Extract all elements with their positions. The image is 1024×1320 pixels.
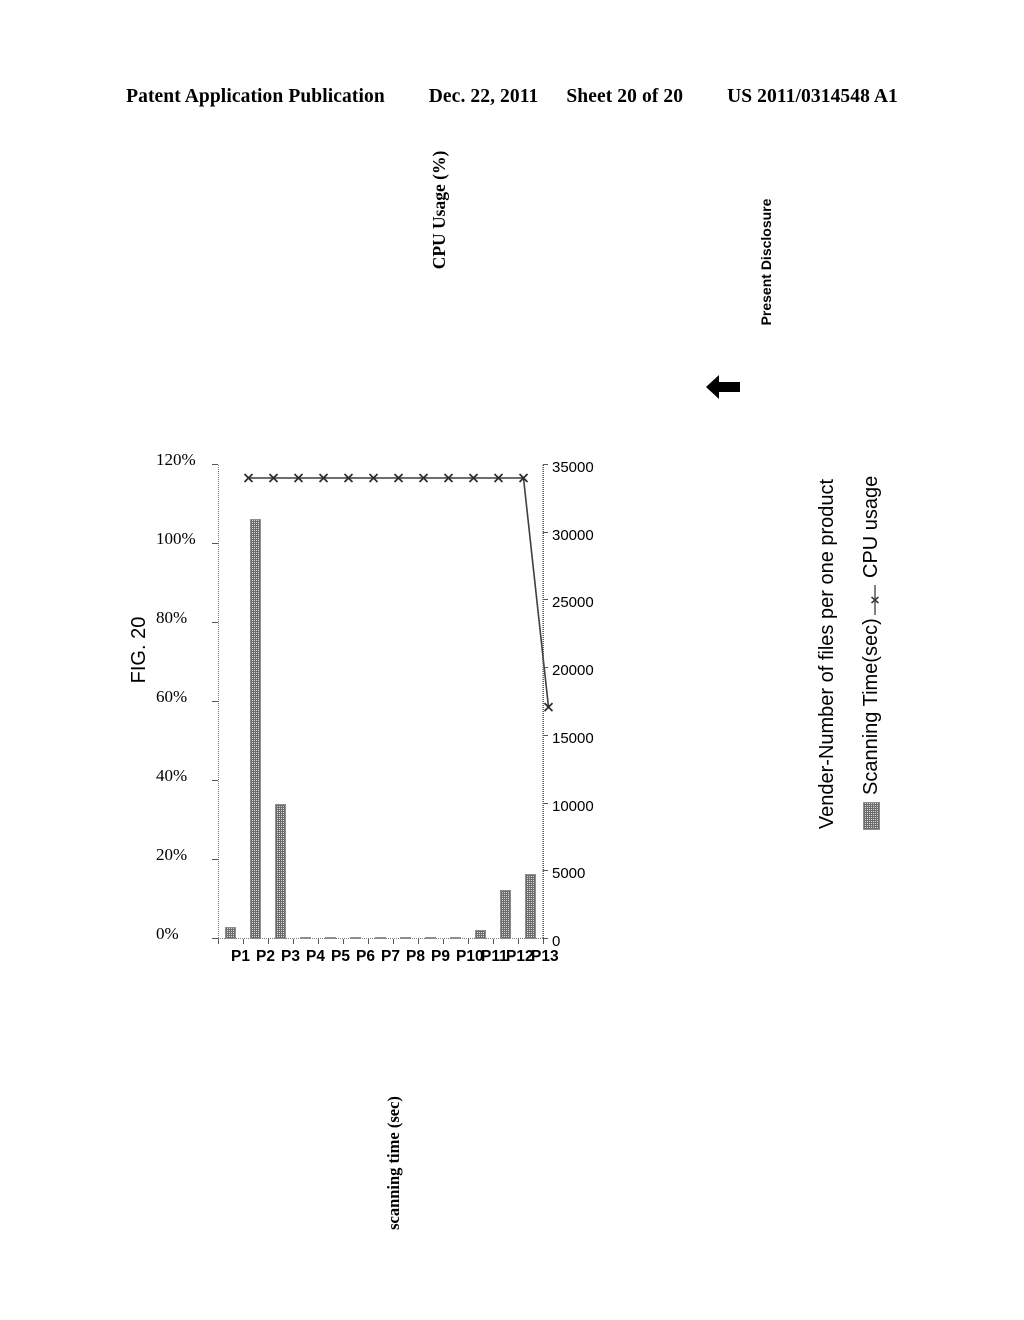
header-publication: Patent Application Publication	[126, 86, 385, 107]
value-axis-tick	[543, 667, 548, 669]
legend-label-cpu-usage: CPU usage	[860, 475, 882, 578]
secondary-axis-tick-label: 20%	[156, 845, 188, 864]
category-axis-tick	[218, 939, 219, 944]
bar-p1	[224, 926, 237, 939]
bar-p10	[449, 937, 462, 939]
header-publication-number: US 2011/0314548 A1	[727, 86, 898, 107]
secondary-axis-tick	[212, 701, 218, 702]
secondary-axis-tick	[212, 622, 218, 623]
category-axis-tick	[368, 939, 369, 944]
category-axis-tick	[268, 939, 269, 944]
category-axis-tick	[518, 939, 519, 944]
secondary-axis-title-text: CPU Usage (%)	[429, 150, 449, 270]
bar-p11	[474, 929, 487, 939]
bar-p8	[399, 937, 412, 939]
present-disclosure-label: Present Disclosure	[758, 198, 774, 326]
secondary-axis-tick	[212, 464, 218, 465]
category-axis-tick	[293, 939, 294, 944]
header-sheet: Sheet 20 of 20	[566, 86, 684, 107]
category-axis-tick	[418, 939, 419, 944]
secondary-axis-tick	[212, 543, 218, 544]
primary-axis-title-text: scanning time (sec)	[384, 1096, 403, 1230]
category-axis-tick	[493, 939, 494, 944]
value-axis-tick-label: 30000	[552, 526, 594, 544]
value-axis-line	[543, 465, 544, 939]
plot-area	[218, 465, 554, 939]
secondary-axis-tick-label: 120%	[156, 450, 196, 469]
value-axis-tick-label: 10000	[552, 797, 594, 815]
value-axis-tick	[543, 734, 548, 736]
patent-header: Patent Application Publication Dec. 22, …	[0, 86, 1024, 108]
bar-p9	[424, 937, 437, 939]
chart-container: 0 5000 10000 15000 20000 25000 30000 35000 0% 20…	[156, 345, 860, 1005]
category-axis-tick	[443, 939, 444, 944]
category-axis-tick	[468, 939, 469, 944]
value-axis-tick-label: 15000	[552, 729, 594, 747]
header-date: Dec. 22, 2011	[428, 86, 539, 107]
value-axis-tick	[543, 870, 548, 872]
secondary-axis-tick	[212, 780, 218, 781]
cpu-usage-polyline	[248, 477, 550, 708]
value-axis-tick	[543, 464, 548, 465]
bar-p6	[349, 937, 362, 939]
figure-label: FIG. 20	[128, 616, 150, 684]
category-axis-tick	[318, 939, 319, 944]
value-axis-tick-label: 5000	[552, 865, 586, 883]
legend-swatch-bar-icon	[863, 802, 880, 830]
bar-p4	[299, 937, 312, 939]
secondary-axis-tick-label: 80%	[156, 608, 188, 627]
primary-axis-title: scanning time (sec)	[384, 1083, 403, 1243]
value-axis-tick	[543, 599, 548, 601]
value-axis-tick-label: 35000	[552, 459, 594, 476]
bar-p7	[374, 937, 387, 939]
secondary-axis-tick-label: 60%	[156, 687, 188, 706]
chart-legend: Scanning Time(sec) CPU usage	[860, 450, 900, 830]
value-axis-tick	[543, 802, 548, 804]
cpu-usage-line	[243, 473, 554, 712]
secondary-axis-tick-label: 100%	[156, 529, 196, 548]
value-axis-tick	[543, 531, 548, 533]
category-axis-tick	[243, 939, 244, 944]
legend-swatch-line-icon	[865, 585, 879, 615]
secondary-axis-line	[218, 465, 219, 939]
value-axis-tick-label: 25000	[552, 594, 594, 612]
legend-item-cpu-usage: CPU usage	[860, 476, 883, 615]
bar-p13	[524, 874, 537, 939]
value-axis-tick-label: 20000	[552, 662, 594, 680]
secondary-axis-tick-label: 40%	[156, 766, 188, 785]
chart-plot: 0 5000 10000 15000 20000 25000 30000 35000 0% 20…	[156, 345, 860, 1005]
category-axis-tick	[543, 939, 544, 944]
category-axis-tick	[393, 939, 394, 944]
category-axis-tick	[343, 939, 344, 944]
secondary-axis-tick-label: 0%	[156, 924, 179, 943]
bar-p5	[324, 937, 337, 939]
secondary-axis-title: CPU Usage (%)	[429, 120, 449, 300]
bar-p12	[499, 890, 512, 939]
legend-item-scanning-time: Scanning Time(sec)	[860, 618, 883, 830]
legend-label-scanning-time: Scanning Time(sec)	[860, 618, 882, 795]
secondary-axis-tick	[212, 859, 218, 860]
